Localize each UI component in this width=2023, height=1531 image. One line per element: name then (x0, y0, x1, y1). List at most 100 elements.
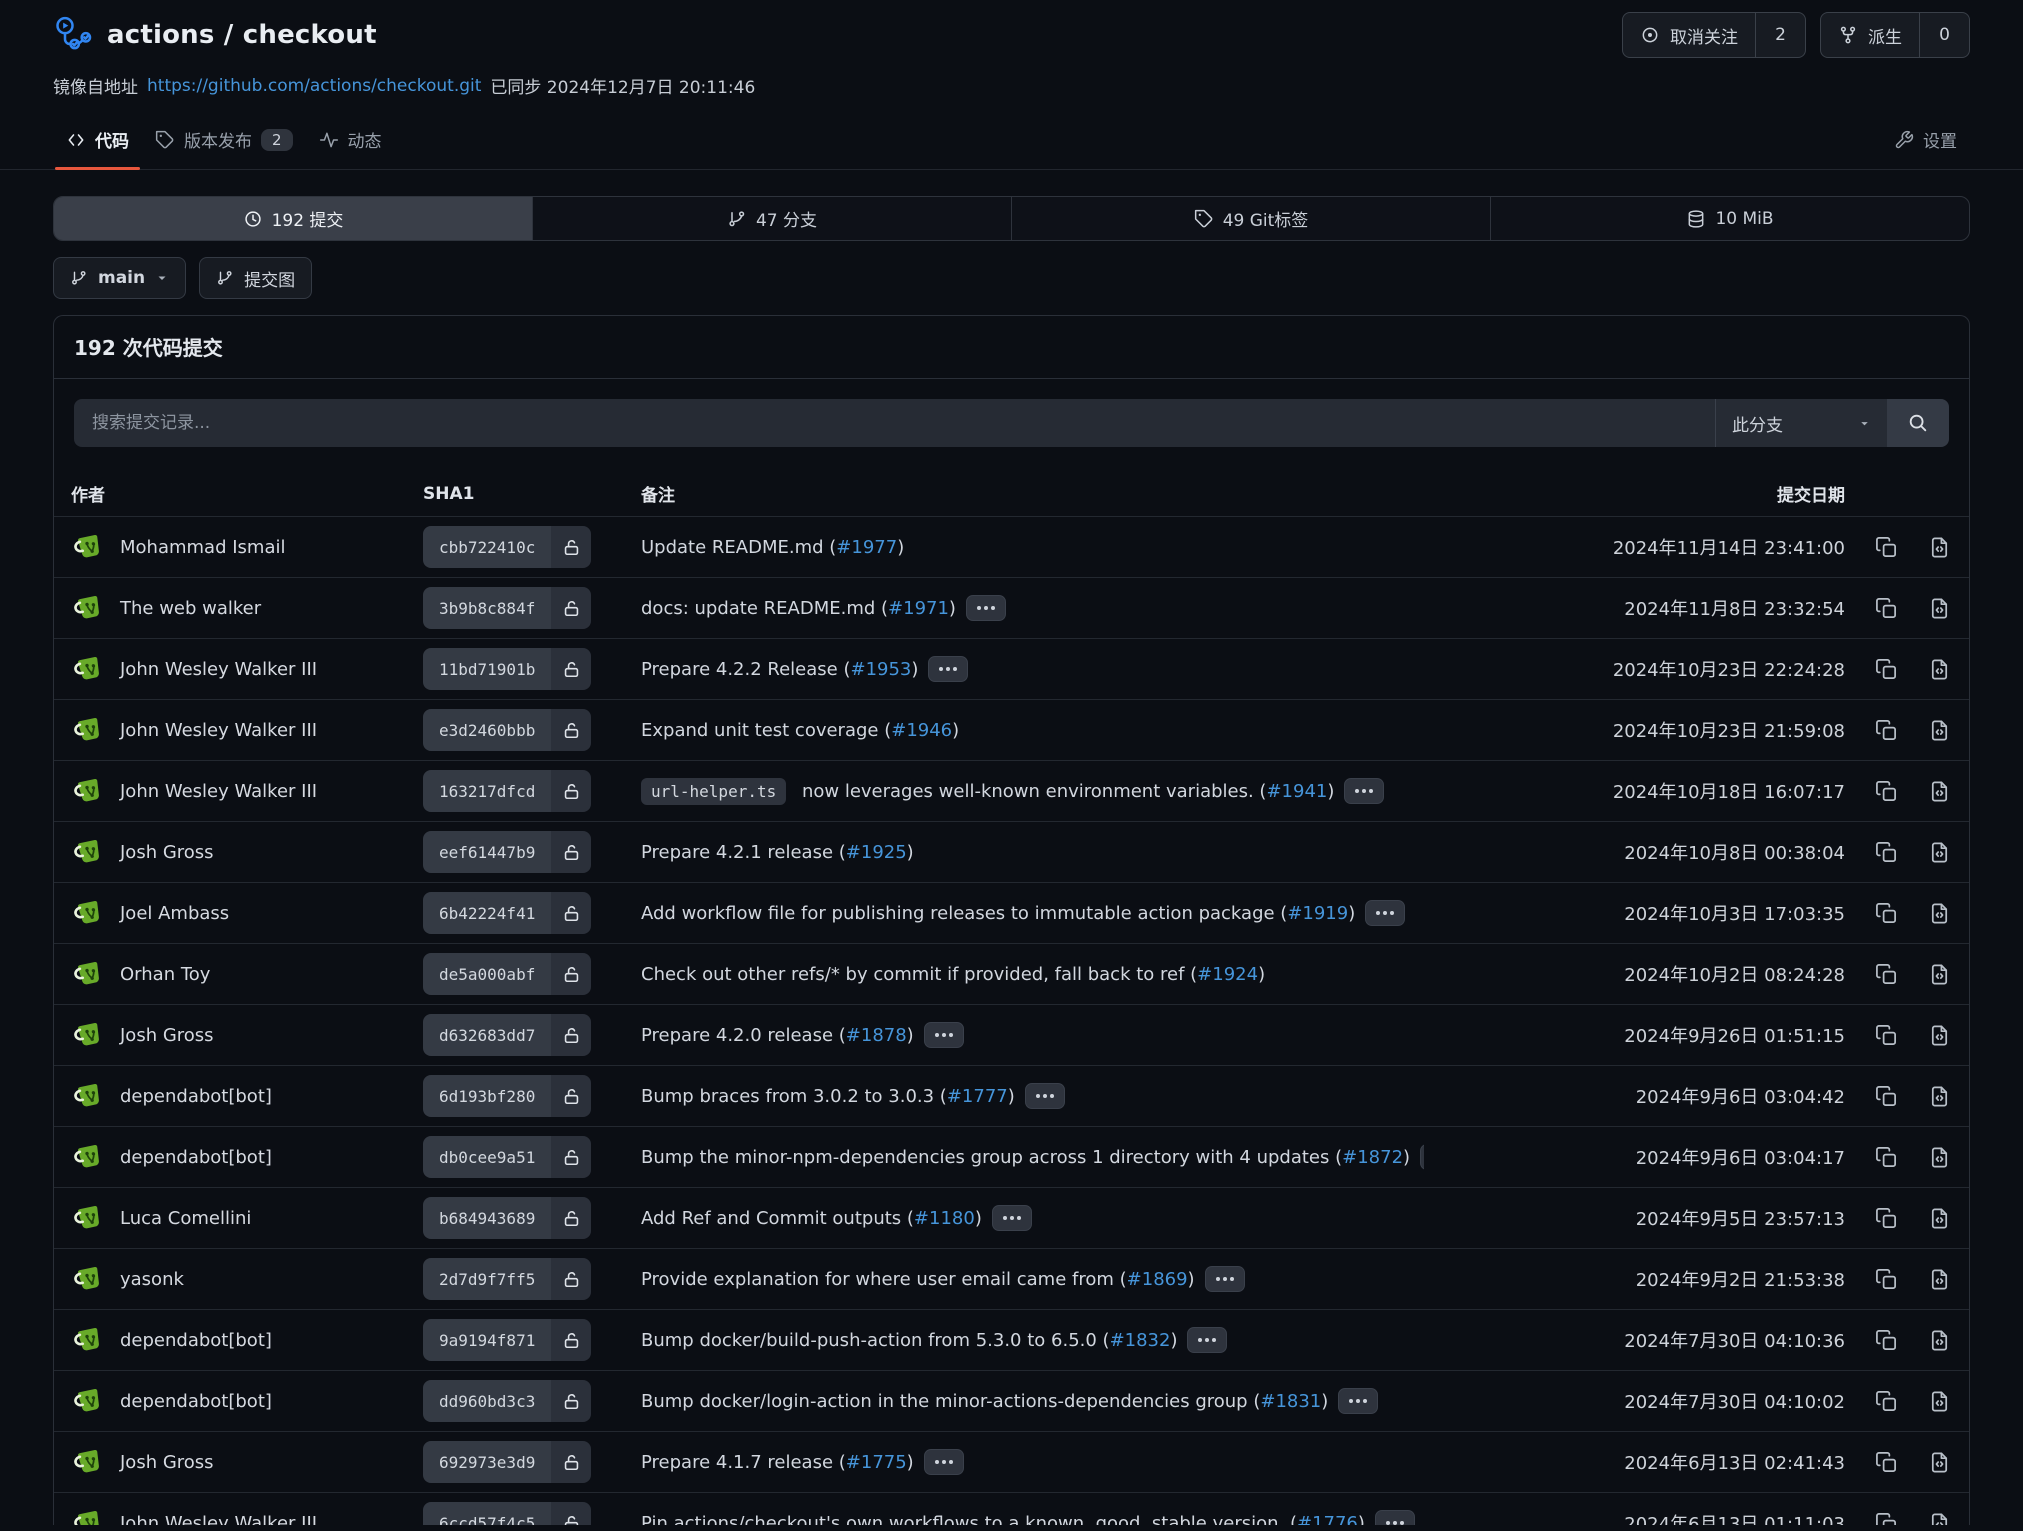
copy-sha-button[interactable] (1875, 1451, 1898, 1474)
expand-commit-message-button[interactable] (924, 1449, 964, 1475)
browse-source-at-commit-button[interactable] (1928, 1451, 1951, 1474)
browse-source-at-commit-button[interactable] (1928, 597, 1951, 620)
author-name-link[interactable]: Mohammad Ismail (120, 537, 285, 558)
browse-source-at-commit-button[interactable] (1928, 719, 1951, 742)
commit-graph-button[interactable]: 提交图 (199, 257, 312, 299)
browse-source-at-commit-button[interactable] (1928, 1146, 1951, 1169)
forks-count[interactable]: 0 (1919, 13, 1969, 57)
commit-sha-button[interactable]: 692973e3d9 (423, 1441, 591, 1483)
expand-commit-message-button[interactable] (1338, 1388, 1378, 1414)
commit-sha-button[interactable]: 3b9b8c884f (423, 587, 591, 629)
issue-link[interactable]: #1878 (846, 1025, 907, 1046)
author-name-link[interactable]: Luca Comellini (120, 1208, 251, 1229)
copy-sha-button[interactable] (1875, 597, 1898, 620)
expand-commit-message-button[interactable] (924, 1022, 964, 1048)
browse-source-at-commit-button[interactable] (1928, 1085, 1951, 1108)
expand-commit-message-button[interactable] (1025, 1083, 1065, 1109)
stat-size[interactable]: 10 MiB (1490, 197, 1969, 240)
copy-sha-button[interactable] (1875, 1085, 1898, 1108)
author-name-link[interactable]: dependabot[bot] (120, 1147, 272, 1168)
issue-link[interactable]: #1832 (1110, 1330, 1171, 1351)
watchers-count[interactable]: 2 (1755, 13, 1805, 57)
browse-source-at-commit-button[interactable] (1928, 1268, 1951, 1291)
browse-source-at-commit-button[interactable] (1928, 963, 1951, 986)
browse-source-at-commit-button[interactable] (1928, 902, 1951, 925)
commit-sha-button[interactable]: 6b42224f41 (423, 892, 591, 934)
expand-commit-message-button[interactable] (1187, 1327, 1227, 1353)
commit-sha-button[interactable]: db0cee9a51 (423, 1136, 591, 1178)
issue-link[interactable]: #1925 (846, 842, 907, 863)
copy-sha-button[interactable] (1875, 1390, 1898, 1413)
issue-link[interactable]: #1776 (1297, 1513, 1358, 1526)
author-name-link[interactable]: The web walker (120, 598, 261, 619)
browse-source-at-commit-button[interactable] (1928, 1329, 1951, 1352)
mirror-url-link[interactable]: https://github.com/actions/checkout.git (147, 76, 481, 96)
commit-sha-button[interactable]: b684943689 (423, 1197, 591, 1239)
commit-sha-button[interactable]: eef61447b9 (423, 831, 591, 873)
copy-sha-button[interactable] (1875, 1268, 1898, 1291)
commit-sha-button[interactable]: e3d2460bbb (423, 709, 591, 751)
expand-commit-message-button[interactable] (1344, 778, 1384, 804)
author-name-link[interactable]: John Wesley Walker III (120, 659, 317, 680)
issue-link[interactable]: #1941 (1266, 781, 1327, 802)
issue-link[interactable]: #1775 (846, 1452, 907, 1473)
copy-sha-button[interactable] (1875, 1512, 1898, 1526)
issue-link[interactable]: #1953 (850, 659, 911, 680)
copy-sha-button[interactable] (1875, 841, 1898, 864)
commit-sha-button[interactable]: cbb722410c (423, 526, 591, 568)
browse-source-at-commit-button[interactable] (1928, 780, 1951, 803)
branch-filter-dropdown[interactable]: 此分支 (1715, 399, 1887, 447)
commit-sha-button[interactable]: 163217dfcd (423, 770, 591, 812)
issue-link[interactable]: #1777 (947, 1086, 1008, 1107)
author-name-link[interactable]: Josh Gross (120, 842, 214, 863)
author-name-link[interactable]: yasonk (120, 1269, 184, 1290)
issue-link[interactable]: #1977 (836, 537, 897, 558)
issue-link[interactable]: #1971 (888, 598, 949, 619)
commit-sha-button[interactable]: 6ccd57f4c5 (423, 1502, 591, 1525)
copy-sha-button[interactable] (1875, 658, 1898, 681)
issue-link[interactable]: #1946 (891, 720, 952, 741)
browse-source-at-commit-button[interactable] (1928, 658, 1951, 681)
tab-code[interactable]: 代码 (53, 112, 142, 169)
commit-sha-button[interactable]: 11bd71901b (423, 648, 591, 690)
issue-link[interactable]: #1180 (914, 1208, 975, 1229)
copy-sha-button[interactable] (1875, 1329, 1898, 1352)
copy-sha-button[interactable] (1875, 1024, 1898, 1047)
issue-link[interactable]: #1924 (1197, 964, 1258, 985)
tab-settings[interactable]: 设置 (1881, 112, 1970, 169)
copy-sha-button[interactable] (1875, 719, 1898, 742)
browse-source-at-commit-button[interactable] (1928, 1207, 1951, 1230)
commit-sha-button[interactable]: 9a9194f871 (423, 1319, 591, 1361)
expand-commit-message-button[interactable] (1365, 900, 1405, 926)
browse-source-at-commit-button[interactable] (1928, 1390, 1951, 1413)
branch-selector[interactable]: main (53, 257, 186, 299)
search-button[interactable] (1887, 399, 1949, 447)
copy-sha-button[interactable] (1875, 1207, 1898, 1230)
tab-releases[interactable]: 版本发布 2 (142, 112, 306, 169)
tab-activity[interactable]: 动态 (306, 112, 395, 169)
copy-sha-button[interactable] (1875, 902, 1898, 925)
issue-link[interactable]: #1919 (1287, 903, 1348, 924)
copy-sha-button[interactable] (1875, 963, 1898, 986)
search-input[interactable] (74, 399, 1715, 447)
author-name-link[interactable]: John Wesley Walker III (120, 781, 317, 802)
browse-source-at-commit-button[interactable] (1928, 841, 1951, 864)
stat-tags[interactable]: 49 Git标签 (1011, 197, 1490, 240)
stat-commits[interactable]: 192 提交 (54, 197, 532, 240)
author-name-link[interactable]: dependabot[bot] (120, 1086, 272, 1107)
author-name-link[interactable]: Josh Gross (120, 1452, 214, 1473)
browse-source-at-commit-button[interactable] (1928, 536, 1951, 559)
commit-sha-button[interactable]: 2d7d9f7ff5 (423, 1258, 591, 1300)
fork-button[interactable]: 派生 0 (1820, 12, 1970, 58)
commit-sha-button[interactable]: de5a000abf (423, 953, 591, 995)
issue-link[interactable]: #1831 (1260, 1391, 1321, 1412)
copy-sha-button[interactable] (1875, 1146, 1898, 1169)
copy-sha-button[interactable] (1875, 780, 1898, 803)
author-name-link[interactable]: John Wesley Walker III (120, 720, 317, 741)
copy-sha-button[interactable] (1875, 536, 1898, 559)
browse-source-at-commit-button[interactable] (1928, 1024, 1951, 1047)
author-name-link[interactable]: Orhan Toy (120, 964, 210, 985)
author-name-link[interactable]: dependabot[bot] (120, 1391, 272, 1412)
expand-commit-message-button[interactable] (928, 656, 968, 682)
issue-link[interactable]: #1872 (1342, 1147, 1403, 1168)
